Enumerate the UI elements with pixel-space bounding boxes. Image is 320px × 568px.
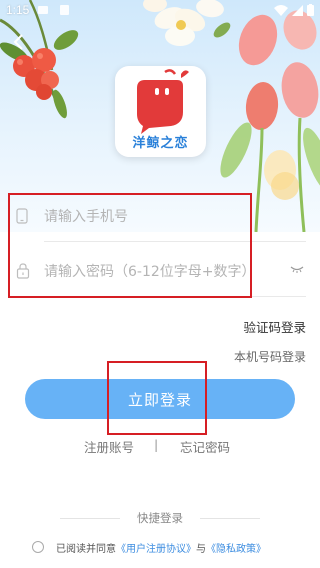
wifi-icon [274, 4, 288, 16]
lock-icon [16, 263, 30, 279]
status-icons [274, 4, 314, 16]
agreement-checkbox[interactable] [32, 541, 44, 553]
app-name: 洋鲸之恋 [132, 136, 189, 151]
agreement-row: 已阅读并同意 《用户注册协议》 与 《隐私政策》 [32, 539, 320, 555]
password-input[interactable]: 请输入密码（6-12位字母+数字） [44, 261, 256, 281]
back-button[interactable] [6, 30, 30, 54]
login-button[interactable]: 立即登录 [25, 379, 295, 419]
quick-login-section: 快捷登录 [60, 510, 260, 526]
password-field[interactable]: 请输入密码（6-12位字母+数字） [10, 247, 306, 297]
status-time: 1:15 [6, 3, 30, 17]
notification-icon [38, 6, 48, 14]
chevron-left-icon [13, 34, 23, 50]
register-link[interactable]: 注册账号 [84, 437, 134, 456]
status-bar: 1:15 [0, 0, 320, 22]
eye-closed-icon[interactable] [290, 265, 304, 273]
battery-icon [307, 4, 314, 16]
quick-login-line-right [200, 518, 260, 519]
phone-input[interactable]: 请输入手机号 [44, 206, 128, 226]
login-button-label: 立即登录 [127, 390, 192, 409]
user-agreement-link[interactable]: 《用户注册协议》 [116, 540, 196, 555]
phone-login-link[interactable]: 本机号码登录 [234, 348, 306, 365]
password-divider [44, 296, 306, 297]
agreement-and: 与 [196, 543, 206, 555]
forgot-password-link[interactable]: 忘记密码 [180, 437, 230, 456]
account-links: 注册账号 | 忘记密码 [0, 437, 320, 455]
phone-icon [16, 208, 28, 224]
sms-login-link[interactable]: 验证码登录 [243, 317, 306, 336]
whale-logo-icon [137, 69, 189, 134]
app-logo: 洋鲸之恋 [115, 66, 206, 157]
phone-field[interactable]: 请输入手机号 [10, 192, 306, 242]
link-separator: | [154, 437, 159, 452]
agreement-prefix: 已阅读并同意 [56, 543, 116, 555]
signal-icon [292, 4, 303, 16]
sim-icon [60, 5, 69, 15]
privacy-policy-link[interactable]: 《隐私政策》 [206, 540, 266, 555]
phone-divider [44, 241, 306, 242]
